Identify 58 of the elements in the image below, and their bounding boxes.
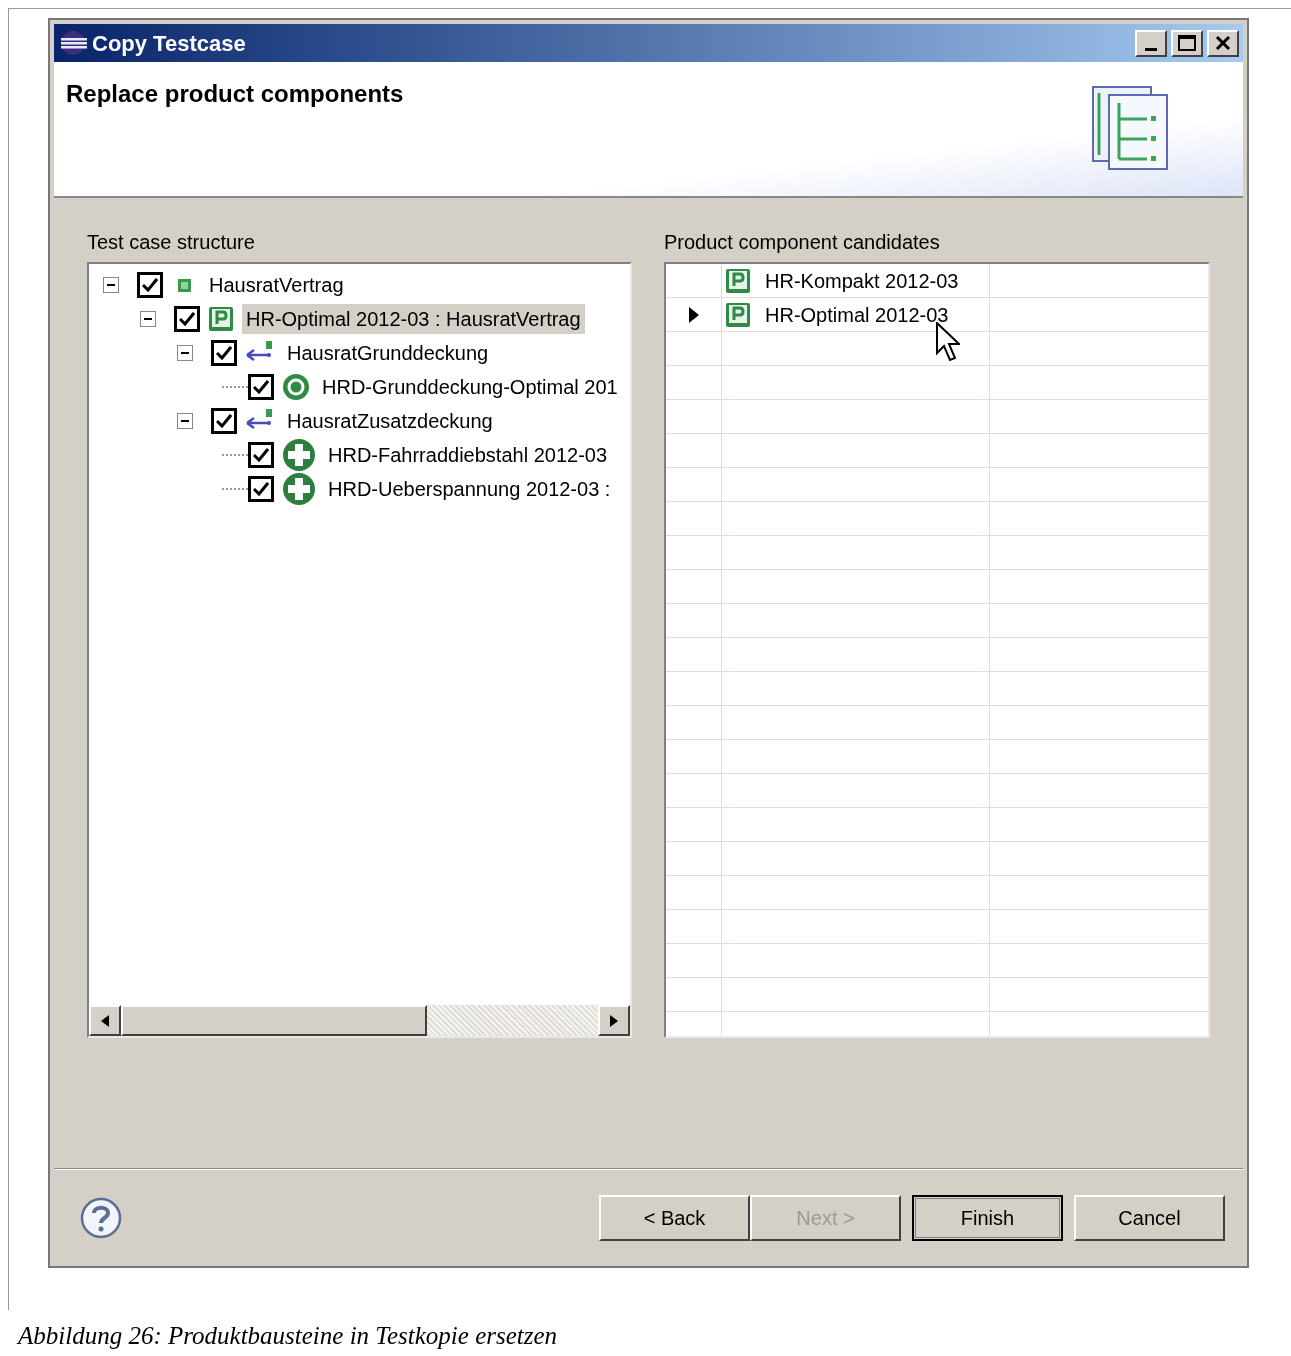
scroll-right-button[interactable] [598, 1005, 630, 1036]
checkbox[interactable] [211, 408, 237, 434]
tile-icon [725, 301, 751, 328]
checkmark-icon [253, 448, 269, 462]
table-row[interactable]: HR-Kompakt 2012-03 [666, 264, 1208, 298]
mouse-pointer-icon [936, 322, 960, 362]
collapse-toggle[interactable] [177, 413, 193, 429]
close-button[interactable] [1207, 29, 1239, 57]
tile-icon [725, 267, 751, 294]
candidates-label: Product component candidates [664, 232, 941, 252]
ring-icon [282, 373, 310, 401]
tree-item[interactable]: HausratGrunddeckung [283, 338, 493, 368]
checkmark-icon [253, 380, 269, 394]
help-icon[interactable] [80, 1197, 122, 1239]
horizontal-scrollbar[interactable] [89, 1005, 630, 1036]
page-title: Replace product components [66, 82, 404, 106]
checkbox[interactable] [248, 442, 274, 468]
table-cell-text: HR-Kompakt 2012-03 [765, 268, 959, 294]
window-title: Copy Testcase [92, 29, 246, 58]
tree-item[interactable]: HRD-Ueberspannung 2012-03 : [324, 474, 615, 504]
checkbox[interactable] [174, 306, 200, 332]
plus-icon [282, 472, 316, 506]
maximize-button[interactable] [1171, 29, 1203, 57]
checkmark-icon [179, 312, 195, 326]
checkbox[interactable] [248, 374, 274, 400]
row-pointer-icon [688, 306, 699, 323]
table-row[interactable]: HR-Optimal 2012-03 [666, 298, 1208, 332]
tile-icon [208, 306, 234, 332]
checkmark-icon [216, 346, 232, 360]
documents-icon [1091, 85, 1171, 171]
left-arrow-icon [101, 1014, 109, 1027]
plus-icon [282, 438, 316, 472]
checkbox[interactable] [137, 272, 163, 298]
tree-item[interactable]: HRD-Fahrraddiebstahl 2012-03 [324, 440, 612, 470]
scroll-left-button[interactable] [89, 1005, 121, 1036]
checkmark-icon [142, 278, 158, 292]
tree-item[interactable]: HRD-Grunddeckung-Optimal 201 [318, 372, 622, 402]
tree-label: Test case structure [87, 232, 256, 252]
minimize-button[interactable] [1135, 29, 1167, 57]
right-arrow-icon [610, 1014, 618, 1027]
collapse-toggle[interactable] [177, 345, 193, 361]
dialog-button[interactable]: Finish [912, 1195, 1063, 1241]
checkbox[interactable] [248, 476, 274, 502]
tree-item[interactable]: HR-Optimal 2012-03 : HausratVertrag [242, 304, 585, 334]
tree-item[interactable]: HausratZusatzdeckung [283, 406, 497, 436]
table-cell-text: HR-Optimal 2012-03 [765, 302, 949, 328]
scroll-thumb[interactable] [121, 1005, 427, 1036]
figure-caption: Abbildung 26: Produktbausteine in Testkopie ersetzen [18, 1323, 558, 1348]
dialog-button[interactable]: Cancel [1074, 1195, 1225, 1241]
collapse-toggle[interactable] [140, 311, 156, 327]
checkmark-icon [216, 414, 232, 428]
checkmark-icon [253, 482, 269, 496]
app-icon [58, 29, 88, 57]
close-icon [1215, 35, 1231, 51]
collapse-toggle[interactable] [103, 277, 119, 293]
tree-item[interactable]: HausratVertrag [205, 270, 348, 300]
dialog-button[interactable]: < Back [599, 1195, 750, 1241]
checkbox[interactable] [211, 340, 237, 366]
